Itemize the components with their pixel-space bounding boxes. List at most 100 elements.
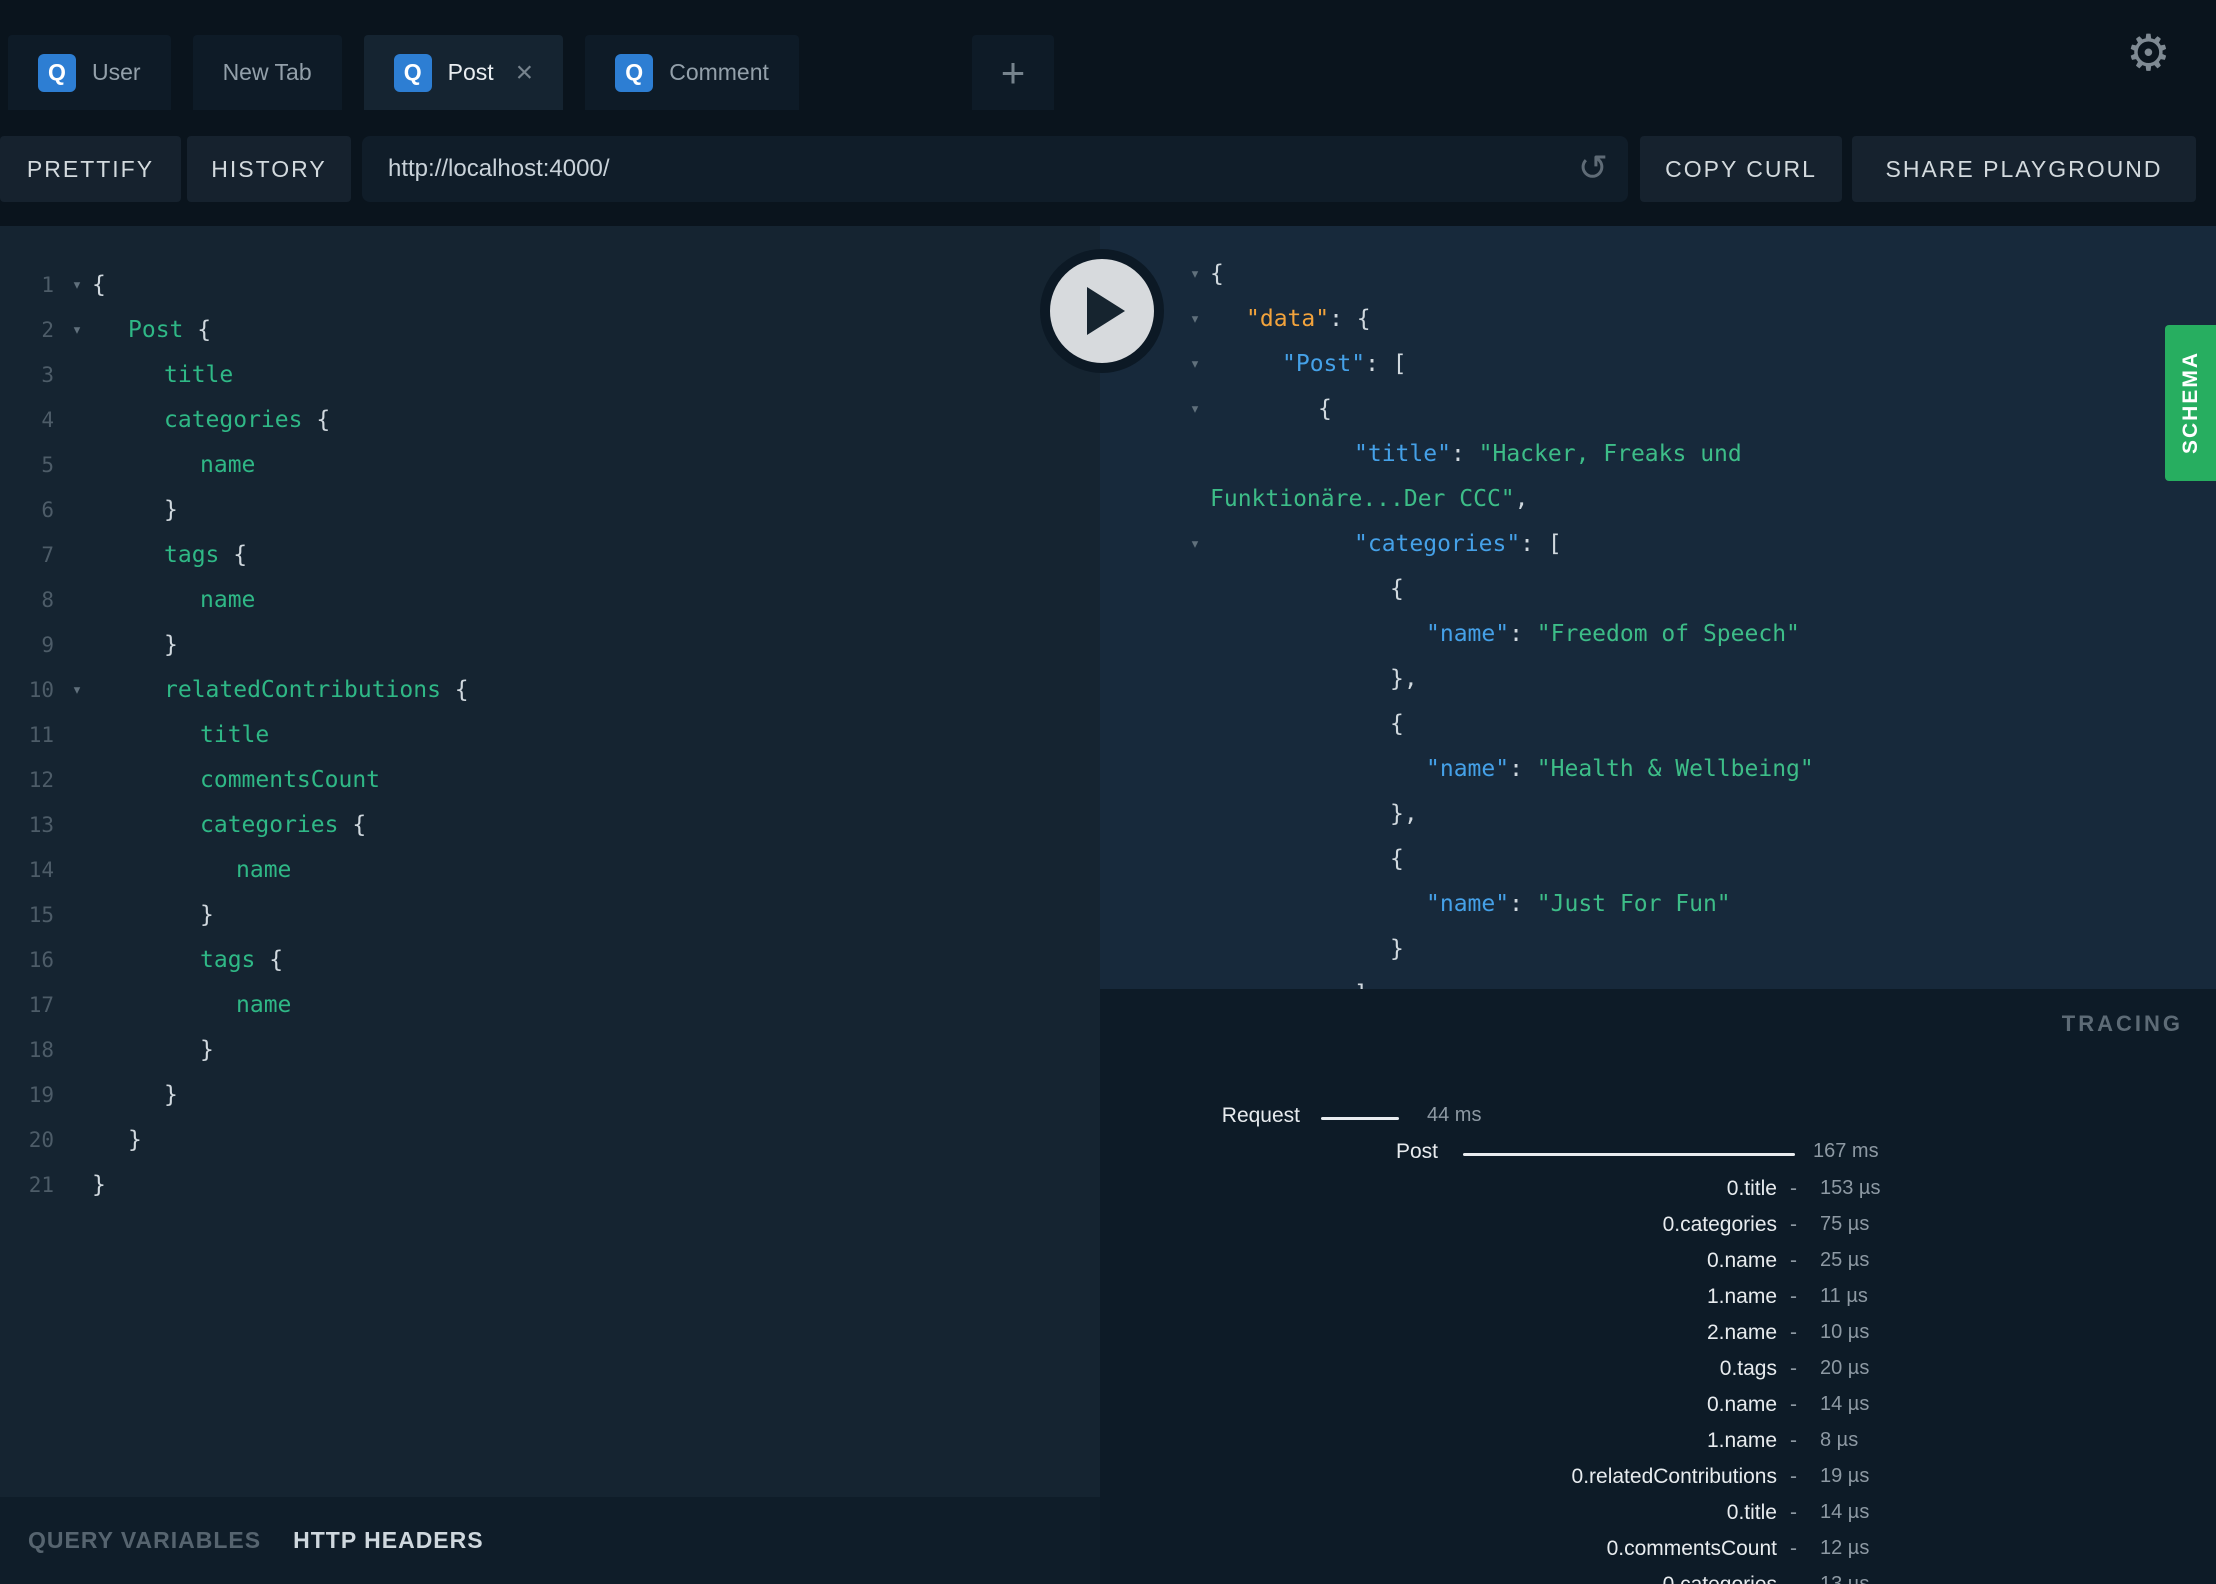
endpoint-url-input[interactable] xyxy=(362,136,1628,202)
schema-side-tab[interactable]: SCHEMA xyxy=(2165,325,2216,481)
response-line: { xyxy=(1100,836,2216,881)
fold-arrow-icon[interactable]: ▾ xyxy=(1180,309,1210,329)
trace-field-label: 0.tags xyxy=(1719,1357,1777,1380)
query-line: 1 ▾{ xyxy=(0,262,1100,307)
share-playground-button[interactable]: SHARE PLAYGROUND xyxy=(1852,136,2196,202)
trace-field-row: 0.tags - 20 µs xyxy=(1100,1357,2216,1385)
trace-dash: - xyxy=(1790,1465,1797,1488)
query-line: 21} xyxy=(0,1162,1100,1207)
history-button[interactable]: HISTORY xyxy=(187,136,351,202)
tab-query-variables[interactable]: QUERY VARIABLES xyxy=(28,1527,261,1554)
line-number: 16 xyxy=(28,947,54,972)
tab-label: Comment xyxy=(669,59,769,85)
query-line: 10 ▾ relatedContributions { xyxy=(0,667,1100,712)
trace-request-time: 44 ms xyxy=(1427,1104,1482,1126)
code-text: Funktionäre...Der CCC", xyxy=(1210,485,1529,512)
response-line: ▾ "data": { xyxy=(1100,296,2216,341)
response-line: }, xyxy=(1100,656,2216,701)
response-line: ▾ "Post": [ xyxy=(1100,341,2216,386)
response-line: ] xyxy=(1100,971,2216,990)
trace-field-label: 1.name xyxy=(1706,1285,1777,1308)
trace-field-label: 0.categories xyxy=(1663,1573,1777,1584)
code-text: } xyxy=(164,496,178,523)
trace-dash: - xyxy=(1790,1537,1797,1560)
query-line: 18} xyxy=(0,1027,1100,1072)
line-number: 10 xyxy=(28,677,54,702)
code-text: tags { xyxy=(200,946,284,973)
trace-field-time: 14 µs xyxy=(1820,1501,1870,1523)
fold-arrow-icon[interactable]: ▾ xyxy=(1180,354,1210,374)
tab-new-tab[interactable]: New Tab xyxy=(192,35,342,110)
trace-field-row: 0.title - 153 µs xyxy=(1100,1177,2216,1205)
response-json: ▾{▾ "data": {▾ "Post": [▾{"title": "Hacker… xyxy=(1100,251,2216,990)
query-line: 12 commentsCount xyxy=(0,757,1100,802)
query-line: 11 title xyxy=(0,712,1100,757)
trace-field-time: 13 µs xyxy=(1820,1573,1870,1584)
trace-field-time: 12 µs xyxy=(1820,1537,1870,1559)
fold-arrow-icon[interactable]: ▾ xyxy=(62,275,92,295)
trace-dash: - xyxy=(1790,1501,1797,1524)
query-line: 17 name xyxy=(0,982,1100,1027)
new-tab-button[interactable]: + xyxy=(972,35,1054,110)
query-line: 5 name xyxy=(0,442,1100,487)
execute-query-button[interactable] xyxy=(1040,249,1164,373)
line-number: 15 xyxy=(28,902,54,927)
code-text: "name": "Just For Fun" xyxy=(1426,890,1731,917)
trace-field-time: 153 µs xyxy=(1820,1177,1881,1199)
line-number: 12 xyxy=(28,767,54,792)
query-type-badge: Q xyxy=(615,53,654,92)
query-line: 15} xyxy=(0,892,1100,937)
code-text: "name": "Freedom of Speech" xyxy=(1426,620,1800,647)
tab-post[interactable]: Q Post × xyxy=(363,35,564,110)
endpoint-url-bar: ↺ xyxy=(362,136,1628,202)
fold-arrow-icon[interactable]: ▾ xyxy=(1180,399,1210,419)
code-text: name xyxy=(236,991,292,1018)
trace-field-time: 8 µs xyxy=(1820,1429,1859,1451)
line-number: 7 xyxy=(41,542,54,567)
query-line: 13 categories { xyxy=(0,802,1100,847)
copy-curl-button[interactable]: COPY CURL xyxy=(1640,136,1842,202)
query-line: 2 ▾ Post { xyxy=(0,307,1100,352)
reload-endpoint-icon[interactable]: ↺ xyxy=(1578,146,1608,189)
trace-post-bar xyxy=(1463,1153,1795,1156)
trace-dash: - xyxy=(1790,1573,1797,1584)
trace-field-label: 0.title xyxy=(1726,1177,1777,1200)
schema-side-tab-label: SCHEMA xyxy=(2178,351,2202,455)
line-number: 17 xyxy=(28,992,54,1017)
line-number: 20 xyxy=(28,1127,54,1152)
code-text: } xyxy=(128,1126,142,1153)
trace-request-label: Request xyxy=(1221,1104,1300,1127)
fold-arrow-icon[interactable]: ▾ xyxy=(62,680,92,700)
tab-comment[interactable]: Q Comment xyxy=(585,35,799,110)
trace-field-row: 1.name - 8 µs xyxy=(1100,1429,2216,1457)
close-tab-icon[interactable]: × xyxy=(516,57,534,88)
fold-arrow-icon[interactable]: ▾ xyxy=(1180,534,1210,554)
tab-user[interactable]: Q User xyxy=(8,35,171,110)
tab-label: New Tab xyxy=(222,59,312,85)
fold-arrow-icon[interactable]: ▾ xyxy=(62,320,92,340)
code-text: categories { xyxy=(164,406,331,433)
code-text: } xyxy=(92,1171,106,1198)
trace-request-row: Request 44 ms xyxy=(1100,1104,2216,1132)
code-text: { xyxy=(1210,260,1224,287)
code-text: { xyxy=(1390,575,1404,602)
tab-label: User xyxy=(92,59,141,85)
prettify-button[interactable]: PRETTIFY xyxy=(0,136,181,202)
code-text: } xyxy=(200,901,214,928)
settings-gear-icon[interactable]: ⚙ xyxy=(2126,28,2171,78)
response-line: "name": "Freedom of Speech" xyxy=(1100,611,2216,656)
line-number: 4 xyxy=(41,407,54,432)
code-text: } xyxy=(200,1036,214,1063)
response-line: }, xyxy=(1100,791,2216,836)
response-viewer[interactable]: ▾{▾ "data": {▾ "Post": [▾{"title": "Hacker… xyxy=(1100,226,2216,989)
line-number: 21 xyxy=(28,1172,54,1197)
query-editor[interactable]: 1 ▾{2 ▾ Post {3 title 4 categories {5 name 6} 7 ta… xyxy=(0,226,1100,1497)
response-line: } xyxy=(1100,926,2216,971)
fold-arrow-icon[interactable]: ▾ xyxy=(1180,264,1210,284)
tracing-panel: TRACING Request 44 ms Post 167 ms 0.titl… xyxy=(1100,989,2216,1584)
code-text: name xyxy=(200,586,256,613)
trace-dash: - xyxy=(1790,1249,1797,1272)
tab-http-headers[interactable]: HTTP HEADERS xyxy=(293,1527,484,1554)
trace-dash: - xyxy=(1790,1177,1797,1200)
line-number: 8 xyxy=(41,587,54,612)
